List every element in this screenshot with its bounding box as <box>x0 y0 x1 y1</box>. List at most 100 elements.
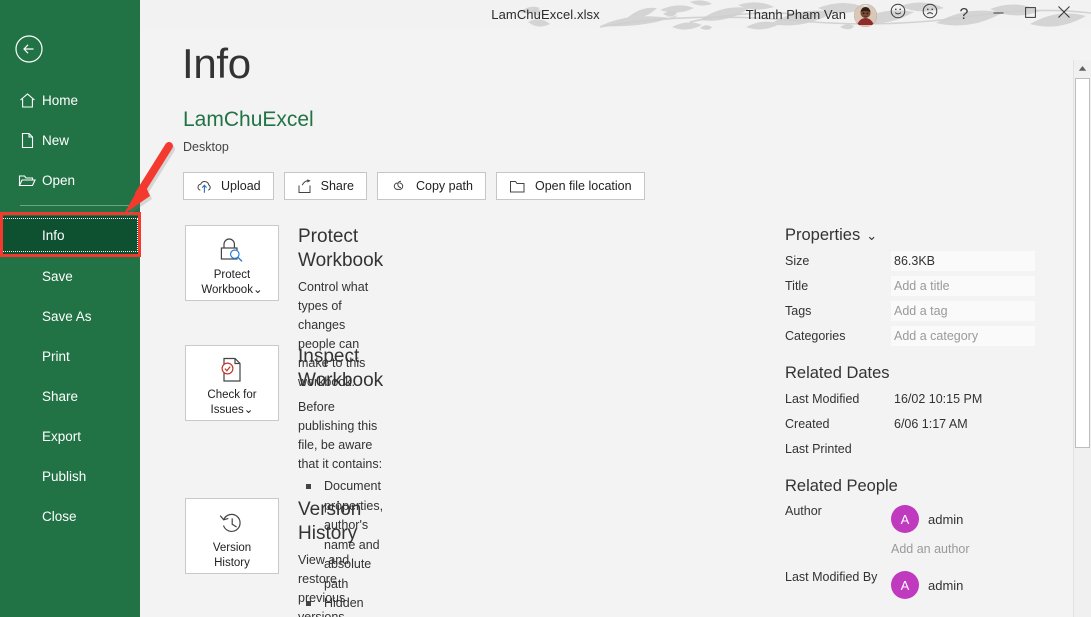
sidebar-item-label: New <box>42 132 70 148</box>
sidebar-item-label: Save <box>42 268 73 284</box>
sidebar-item-label: Home <box>42 92 79 108</box>
related-people-heading: Related People <box>785 477 898 495</box>
tile-label-line1: Version <box>212 542 252 554</box>
page-title: Info <box>182 40 251 87</box>
tile-label: Protect Workbook⌄ <box>201 268 262 298</box>
info-panel: Info LamChuExcel Desktop Upload Share Co… <box>140 30 1091 617</box>
sidebar-item-info[interactable]: Info <box>0 216 140 254</box>
sidebar-item-new[interactable]: New <box>0 126 140 154</box>
account-avatar[interactable] <box>854 4 877 27</box>
share-button[interactable]: Share <box>283 172 367 200</box>
sidebar-item-export[interactable]: Export <box>0 422 140 450</box>
property-value-categories-input[interactable]: Add a category <box>891 326 1035 346</box>
property-key: Tags <box>785 304 812 318</box>
sidebar-item-label: Print <box>42 348 70 364</box>
property-key: Last Modified By <box>785 570 878 584</box>
sidebar-item-label: Close <box>42 508 77 524</box>
chevron-down-icon: ⌄ <box>252 284 263 296</box>
chevron-down-icon: ⌄ <box>866 227 878 243</box>
feedback-frown-icon[interactable] <box>915 0 945 30</box>
section-description: View and restore previous versions. <box>298 553 350 617</box>
property-key: Last Printed <box>785 442 852 456</box>
feedback-smile-icon[interactable] <box>883 0 913 30</box>
sidebar-divider <box>20 205 130 206</box>
date-row-last-modified: Last Modified 16/02 10:15 PM <box>785 389 1035 409</box>
sidebar-item-close[interactable]: Close <box>0 502 140 530</box>
section-body: Version History View and restore previou… <box>298 498 361 617</box>
section-heading: Inspect Workbook <box>298 346 384 391</box>
property-value <box>891 439 1035 459</box>
sidebar-item-save-as[interactable]: Save As <box>0 302 140 330</box>
property-value-title-input[interactable]: Add a title <box>891 276 1035 296</box>
copy-path-button[interactable]: Copy path <box>376 172 486 200</box>
sidebar-item-home[interactable]: Home <box>0 86 140 114</box>
section-description: Before publishing this file, be aware th… <box>298 400 383 471</box>
properties-heading-label: Properties <box>785 226 861 244</box>
new-document-icon <box>18 131 36 149</box>
help-icon[interactable]: ? <box>949 0 979 30</box>
file-name: LamChuExcel <box>183 108 314 131</box>
sidebar-item-publish[interactable]: Publish <box>0 462 140 490</box>
avatar[interactable]: A <box>891 571 919 599</box>
properties-panel: Properties ⌄ Size 86.3KB Title Add a tit… <box>785 226 1035 602</box>
sidebar-item-open[interactable]: Open <box>0 166 140 194</box>
title-bar: LamChuExcel.xlsx Thanh Pham Van ? <box>0 0 1091 30</box>
close-button[interactable] <box>1049 0 1079 30</box>
button-label: Copy path <box>415 179 473 193</box>
check-for-issues-tile[interactable]: Check for Issues⌄ <box>185 345 279 421</box>
open-file-location-button[interactable]: Open file location <box>495 172 645 200</box>
file-location: Desktop <box>183 140 229 154</box>
sidebar-item-save[interactable]: Save <box>0 262 140 290</box>
vertical-scrollbar[interactable] <box>1073 60 1091 617</box>
property-row-tags[interactable]: Tags Add a tag <box>785 301 1035 321</box>
property-row-size: Size 86.3KB <box>785 251 1035 271</box>
property-value: 16/02 10:15 PM <box>894 392 983 406</box>
maximize-button[interactable] <box>1015 0 1045 30</box>
tile-label-line1: Check for <box>207 389 257 401</box>
sidebar-item-print[interactable]: Print <box>0 342 140 370</box>
sidebar-item-label: Info <box>42 227 65 243</box>
document-check-icon <box>216 355 248 385</box>
upload-button[interactable]: Upload <box>183 172 274 200</box>
sidebar-item-label: Share <box>42 388 79 404</box>
date-row-created: Created 6/06 1:17 AM <box>785 414 1035 434</box>
account-name[interactable]: Thanh Pham Van <box>746 0 846 30</box>
tile-label-line2: History <box>214 557 250 569</box>
properties-heading[interactable]: Properties ⌄ <box>785 226 1035 245</box>
avatar[interactable]: A <box>891 505 919 533</box>
person-row-last-modified-by: Last Modified By A admin <box>785 568 1035 602</box>
scroll-up-arrow-icon[interactable] <box>1074 60 1091 77</box>
property-value-tags-input[interactable]: Add a tag <box>891 301 1035 321</box>
section-heading: Version History <box>298 499 362 544</box>
button-label: Open file location <box>534 179 632 193</box>
property-value: 86.3KB <box>891 251 1035 271</box>
lock-search-icon <box>215 235 249 265</box>
person-name: admin <box>928 511 964 527</box>
add-author-input[interactable]: Add an author <box>891 542 1035 556</box>
backstage-sidebar: Home New Open Info Save Save As Print Sh… <box>0 0 140 617</box>
chevron-down-icon: ⌄ <box>243 404 254 416</box>
property-key: Title <box>785 279 809 293</box>
tile-label: Version History <box>213 541 251 571</box>
person-name: admin <box>928 577 964 593</box>
property-key: Last Modified <box>785 392 860 406</box>
sidebar-item-share[interactable]: Share <box>0 382 140 410</box>
property-row-title[interactable]: Title Add a title <box>785 276 1035 296</box>
scrollbar-thumb[interactable] <box>1075 78 1090 448</box>
back-button[interactable] <box>14 34 44 64</box>
property-row-categories[interactable]: Categories Add a category <box>785 326 1035 346</box>
upload-cloud-icon <box>196 179 213 194</box>
person-row-author: Author A admin <box>785 502 1035 536</box>
sidebar-item-label: Open <box>42 172 76 188</box>
sidebar-item-label: Publish <box>42 468 87 484</box>
minimize-button[interactable] <box>983 0 1013 30</box>
share-icon <box>297 178 313 194</box>
section-heading: Protect Workbook <box>298 226 384 271</box>
clock-history-icon <box>216 508 248 538</box>
sidebar-item-label: Export <box>42 428 82 444</box>
protect-workbook-tile[interactable]: Protect Workbook⌄ <box>185 225 279 301</box>
version-history-tile[interactable]: Version History <box>185 498 279 574</box>
file-actions-row: Upload Share Copy path Open file locatio… <box>183 172 645 200</box>
tile-label: Check for Issues⌄ <box>207 388 256 418</box>
folder-open-icon <box>18 171 36 189</box>
